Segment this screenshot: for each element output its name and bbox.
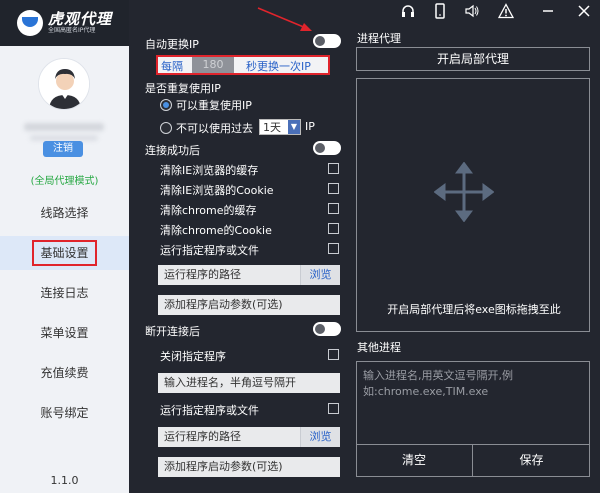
exe-drop-zone[interactable]: 开启局部代理后将exe图标拖拽至此	[356, 78, 590, 332]
brand-title: 虎观代理	[47, 10, 112, 29]
minimize-icon[interactable]	[540, 3, 556, 19]
close-program-label: 关闭指定程序	[160, 350, 226, 363]
on-disconnect-label: 断开连接后	[145, 325, 200, 338]
on-connect-toggle[interactable]	[313, 141, 341, 155]
reuse-no-label: 不可以使用过去	[176, 122, 253, 135]
phone-icon[interactable]	[432, 3, 448, 19]
sidebar-item-label: 基础设置	[32, 240, 97, 266]
app-window: 虎观代理 全国高匿名IP代理 注销 (全局代理模式) 线路选择 基础设置 连接日…	[0, 0, 600, 493]
days-suffix: IP	[305, 120, 315, 133]
headset-icon[interactable]	[400, 3, 416, 19]
sidebar-item-menu-settings[interactable]: 菜单设置	[0, 316, 129, 350]
account-name-blurred	[24, 123, 104, 131]
sidebar: 虎观代理 全国高匿名IP代理 注销 (全局代理模式) 线路选择 基础设置 连接日…	[0, 0, 129, 493]
program-path-input[interactable]: 运行程序的路径	[158, 265, 300, 285]
run-program-label: 运行指定程序或文件	[160, 244, 259, 257]
interval-seconds-input[interactable]: 180	[192, 57, 234, 73]
avatar	[38, 58, 90, 110]
sidebar-item-label: 连接日志	[40, 286, 89, 300]
reuse-no-radio[interactable]	[160, 122, 172, 134]
logo: 虎观代理 全国高匿名IP代理	[0, 0, 129, 46]
drop-hint: 开启局部代理后将exe图标拖拽至此	[387, 303, 561, 316]
reuse-yes-radio[interactable]	[160, 99, 172, 111]
program-args-input[interactable]: 添加程序启动参数(可选)	[158, 295, 340, 315]
auto-switch-ip-toggle[interactable]	[313, 34, 341, 48]
chevron-down-icon: ▼	[288, 120, 300, 134]
version-label: 1.1.0	[50, 474, 79, 487]
move-icon	[434, 162, 494, 222]
interval-suffix: 秒更换一次IP	[246, 60, 311, 73]
reuse-yes-label: 可以重复使用IP	[176, 99, 252, 112]
sidebar-item-label: 充值续费	[40, 366, 89, 380]
program-path-input-2[interactable]: 运行程序的路径	[158, 427, 300, 447]
logout-button[interactable]: 注销	[43, 141, 83, 157]
run-program-label-2: 运行指定程序或文件	[160, 404, 259, 417]
sidebar-item-connection-log[interactable]: 连接日志	[0, 276, 129, 310]
logo-icon	[16, 10, 43, 36]
open-local-proxy-button[interactable]: 开启局部代理	[356, 47, 590, 71]
speaker-icon[interactable]	[464, 3, 480, 19]
on-connect-label: 连接成功后	[145, 144, 200, 157]
clear-chrome-cache-label: 清除chrome的缓存	[160, 204, 257, 217]
warning-icon[interactable]	[497, 3, 515, 19]
auto-switch-ip-label: 自动更换IP	[145, 38, 199, 51]
window-toolbar	[390, 0, 600, 22]
other-process-placeholder: 输入进程名,用英文逗号隔开,例如:chrome.exe,TIM.exe	[363, 369, 513, 398]
sidebar-item-basic-settings[interactable]: 基础设置	[0, 236, 129, 270]
sidebar-item-route[interactable]: 线路选择	[0, 196, 129, 230]
close-icon[interactable]	[576, 3, 592, 19]
sidebar-item-account-binding[interactable]: 账号绑定	[0, 396, 129, 430]
save-button[interactable]: 保存	[473, 444, 590, 476]
clear-button[interactable]: 清空	[356, 444, 473, 476]
clear-ie-cache-label: 清除IE浏览器的缓存	[160, 164, 259, 177]
sidebar-item-label: 线路选择	[40, 206, 89, 220]
process-names-input[interactable]: 输入进程名，半角逗号隔开	[158, 373, 340, 393]
reuse-ip-label: 是否重复使用IP	[145, 82, 221, 95]
sidebar-item-label: 账号绑定	[40, 406, 89, 420]
interval-prefix: 每隔	[161, 60, 183, 73]
clear-ie-cookie-checkbox[interactable]	[328, 183, 339, 194]
program-args-input-2[interactable]: 添加程序启动参数(可选)	[158, 457, 340, 477]
proxy-mode-text: (全局代理模式)	[30, 176, 99, 187]
other-process-title: 其他进程	[357, 341, 401, 354]
clear-chrome-cache-checkbox[interactable]	[328, 203, 339, 214]
clear-chrome-cookie-label: 清除chrome的Cookie	[160, 224, 272, 237]
brand-subtitle: 全国高匿名IP代理	[47, 26, 96, 34]
days-select[interactable]: 1天 ▼	[259, 119, 301, 135]
process-proxy-title: 进程代理	[357, 32, 401, 45]
close-program-checkbox[interactable]	[328, 349, 339, 360]
on-disconnect-toggle[interactable]	[313, 322, 341, 336]
clear-chrome-cookie-checkbox[interactable]	[328, 223, 339, 234]
clear-ie-cookie-label: 清除IE浏览器的Cookie	[160, 184, 274, 197]
browse-button[interactable]: 浏览	[300, 265, 340, 285]
interval-setting: 每隔 180 秒更换一次IP	[156, 55, 330, 75]
run-program-checkbox[interactable]	[328, 243, 339, 254]
run-program-checkbox-2[interactable]	[328, 403, 339, 414]
sidebar-item-recharge[interactable]: 充值续费	[0, 356, 129, 390]
clear-ie-cache-checkbox[interactable]	[328, 163, 339, 174]
days-select-value: 1天	[263, 121, 281, 134]
sidebar-item-label: 菜单设置	[40, 326, 89, 340]
browse-button-2[interactable]: 浏览	[300, 427, 340, 447]
